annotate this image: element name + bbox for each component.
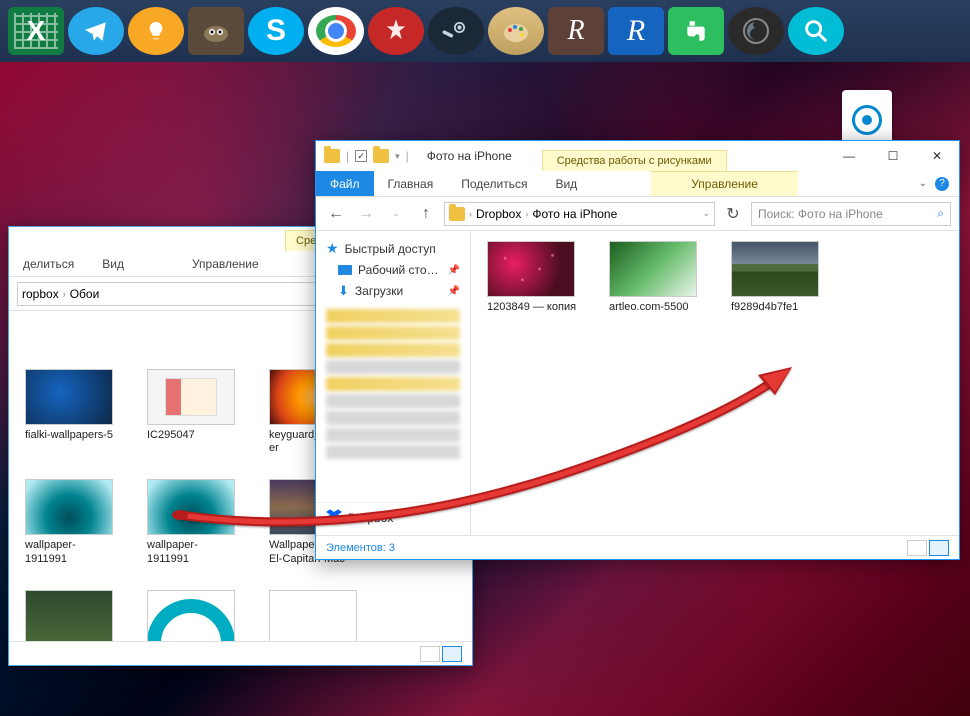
breadcrumb-current[interactable]: Фото на iPhone [532,207,617,221]
window-title: Фото на iPhone [417,149,522,163]
chevron-down-icon[interactable]: ▾ [395,151,400,162]
maximize-button[interactable]: ☐ [871,141,915,171]
picture-tools-tab[interactable]: Средства работы с рисунками [542,150,727,171]
tab-file[interactable]: Файл [316,171,374,196]
tab-share[interactable]: Поделиться [447,171,541,196]
taskbar-paint-icon[interactable] [488,7,544,55]
tab-manage[interactable]: Управление [651,171,798,196]
folder-icon[interactable] [324,149,340,163]
file-item[interactable]: artleo.com-5500 [609,241,701,314]
search-input[interactable]: Поиск: Фото на iPhone ⌕ [751,202,951,226]
file-item[interactable]: wallpaper-1911991 [25,479,117,565]
nav-sidebar[interactable]: ★ Быстрый доступ Рабочий сто… 📌 ⬇ Загруз… [316,231,471,535]
address-bar: ← → ⌄ ↑ › Dropbox › Фото на iPhone ⌄ ↻ П… [316,197,959,231]
item-count: Элементов: 3 [326,542,395,554]
thumbnail-icon [147,369,235,425]
help-button[interactable]: ? [935,177,949,191]
taskbar-bulb-icon[interactable] [128,7,184,55]
tab-manage[interactable]: Управление [178,251,273,276]
back-button[interactable]: ← [324,202,348,226]
minimize-button[interactable]: — [827,141,871,171]
status-bar: Элементов: 3 [316,535,959,559]
sidebar-blurred-items [316,302,470,502]
tab-share[interactable]: делиться [9,251,88,276]
content-area: ★ Быстрый доступ Рабочий сто… 📌 ⬇ Загруз… [316,231,959,535]
sidebar-dropbox[interactable]: Dropbox [316,502,470,529]
breadcrumb[interactable]: › Dropbox › Фото на iPhone ⌄ [444,202,715,226]
sidebar-downloads[interactable]: ⬇ Загрузки 📌 [316,280,470,302]
up-button[interactable]: ↑ [414,202,438,226]
breadcrumb-parent[interactable]: Dropbox [476,207,521,221]
file-item[interactable] [147,590,239,641]
view-details-button[interactable] [907,540,927,556]
thumbnail-icon [487,241,575,297]
taskbar-chrome-icon[interactable] [308,7,364,55]
taskbar-search-icon[interactable] [788,7,844,55]
file-item[interactable]: IC295047 [147,369,239,455]
refresh-button[interactable]: ↻ [721,203,745,225]
taskbar-app-brown-icon[interactable]: R [548,7,604,55]
ribbon-tabs: Файл Главная Поделиться Вид Управление ⌄… [316,171,959,197]
taskbar-evernote-icon[interactable] [668,7,724,55]
taskbar-app-red-icon[interactable] [368,7,424,55]
folder-icon [449,207,465,221]
tab-view[interactable]: Вид [88,251,138,276]
chevron-right-icon: › [63,289,66,299]
file-item[interactable]: wallpapers-nature-1 [25,590,117,641]
view-details-button[interactable] [420,646,440,662]
close-button[interactable]: ✕ [915,141,959,171]
taskbar-app-blue-icon[interactable]: R [608,7,664,55]
tab-view[interactable]: Вид [541,171,591,196]
dropbox-icon [326,509,342,526]
taskbar-obs-icon[interactable] [728,7,784,55]
chevron-down-icon[interactable]: ⌄ [919,178,927,189]
thumbnail-icon [147,590,235,641]
thumbnail-icon [25,479,113,535]
file-item[interactable]: fialki-wallpapers-5 [25,369,117,455]
thumbnail-icon [269,590,357,641]
thumbnail-icon [731,241,819,297]
chevron-right-icon: › [525,209,528,219]
folder-icon[interactable] [373,149,389,163]
star-icon: ★ [326,240,339,257]
files-pane[interactable]: 1203849 — копия artleo.com-5500 f9289d4b… [471,231,959,535]
file-item[interactable]: f9289d4b7fe1 [731,241,823,314]
download-icon: ⬇ [338,283,349,299]
taskbar-telegram-icon[interactable] [68,7,124,55]
explorer-window-iphone-photos[interactable]: | ✓ ▾ | Фото на iPhone Средства работы с… [315,140,960,560]
pin-icon: 📌 [448,286,460,297]
sidebar-quick-access[interactable]: ★ Быстрый доступ [316,237,470,260]
taskbar-excel-icon[interactable]: X [8,7,64,55]
taskbar-steam-icon[interactable] [428,7,484,55]
view-thumbs-button[interactable] [442,646,462,662]
thumbnail-icon [147,479,235,535]
breadcrumb-parent[interactable]: ropbox [22,287,59,301]
taskbar-gimp-icon[interactable] [188,7,244,55]
tab-home[interactable]: Главная [374,171,448,196]
file-item[interactable]: 1425161410_2015_02_28_04_28_55_217 [25,311,117,321]
thumbnail-icon [25,590,113,641]
recent-button[interactable]: ⌄ [384,202,408,226]
status-bar [9,641,472,665]
file-item[interactable]: Dropbox [147,311,239,321]
view-thumbs-button[interactable] [929,540,949,556]
pin-icon: 📌 [448,265,460,276]
sidebar-desktop[interactable]: Рабочий сто… 📌 [316,260,470,280]
title-bar[interactable]: | ✓ ▾ | Фото на iPhone Средства работы с… [316,141,959,171]
thumbnail-icon [609,241,697,297]
breadcrumb-current[interactable]: Обои [70,287,100,301]
thumbnail-icon [25,369,113,425]
chevron-right-icon: › [469,209,472,219]
taskbar-skype-icon[interactable]: S [248,7,304,55]
file-item[interactable] [269,590,361,641]
forward-button[interactable]: → [354,202,378,226]
file-item[interactable]: wallpaper-1911991 [147,479,239,565]
search-icon: ⌕ [937,206,944,221]
qat-checkbox-icon[interactable]: ✓ [355,150,367,162]
file-item[interactable]: 1203849 — копия [487,241,579,314]
chevron-down-icon[interactable]: ⌄ [702,208,710,219]
taskbar: X S R R [0,0,970,62]
desktop-icon [338,265,352,275]
